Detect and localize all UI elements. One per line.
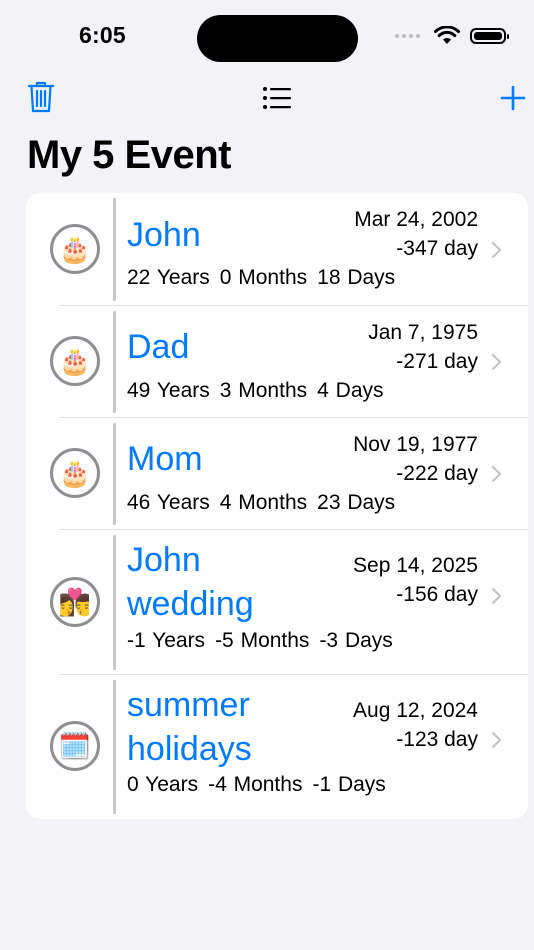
trash-button[interactable] xyxy=(27,80,55,114)
age-years: 0 Years xyxy=(127,773,199,796)
event-date: Aug 12, 2024 xyxy=(353,699,478,722)
battery-icon xyxy=(470,27,509,44)
age-months: -5 Months xyxy=(215,629,310,652)
event-age: -1 Years -5 Months -3 Days xyxy=(127,629,403,653)
event-name-line2: holidays xyxy=(127,730,252,768)
age-years: -1 Years xyxy=(127,629,206,652)
dynamic-island xyxy=(197,15,358,62)
event-age: 22 Years 0 Months 18 Days xyxy=(127,266,405,290)
chevron-right-icon xyxy=(491,465,502,483)
age-days: 23 Days xyxy=(317,491,396,514)
event-name-line1: summer xyxy=(127,686,250,724)
age-days: -3 Days xyxy=(319,629,393,652)
chevron-right-icon xyxy=(491,587,502,605)
event-name: summer holidays xyxy=(127,683,252,771)
row-separator-bar xyxy=(113,198,116,301)
birthday-cake-icon: 🎂 xyxy=(50,448,100,498)
event-row-dad[interactable]: 🎂 Dad Jan 7, 1975 -271 day 49 Years 3 Mon… xyxy=(26,306,528,418)
row-separator-bar xyxy=(113,535,116,670)
event-row-john[interactable]: 🎂 John Mar 24, 2002 -347 day 22 Years 0 M… xyxy=(26,193,528,306)
event-date: Sep 14, 2025 xyxy=(353,554,478,577)
birthday-cake-icon: 🎂 xyxy=(50,224,100,274)
status-time: 6:05 xyxy=(79,22,126,48)
couple-kiss-icon: 👩‍❤️‍💋‍👨 xyxy=(50,577,100,627)
event-name: John xyxy=(127,216,201,254)
event-name: John wedding xyxy=(127,538,254,626)
event-name-line1: John xyxy=(127,541,201,579)
chevron-right-icon xyxy=(491,353,502,371)
age-months: -4 Months xyxy=(208,773,303,796)
event-row-summer-holidays[interactable]: 🗓️ summer holidays Aug 12, 2024 -123 day… xyxy=(26,675,528,819)
age-years: 46 Years xyxy=(127,491,210,514)
cellular-signal-icon xyxy=(395,33,420,38)
event-date: Nov 19, 1977 xyxy=(353,433,478,456)
status-indicators xyxy=(395,26,509,45)
age-days: 4 Days xyxy=(317,379,384,402)
event-days: -271 day xyxy=(396,350,478,373)
row-separator-bar xyxy=(113,423,116,525)
list-icon[interactable] xyxy=(262,86,292,110)
event-days: -123 day xyxy=(396,728,478,751)
event-age: 46 Years 4 Months 23 Days xyxy=(127,491,405,515)
chevron-right-icon xyxy=(491,241,502,259)
chevron-right-icon xyxy=(491,731,502,749)
birthday-cake-icon: 🎂 xyxy=(50,336,100,386)
event-name: Mom xyxy=(127,440,203,478)
event-list: 🎂 John Mar 24, 2002 -347 day 22 Years 0 M… xyxy=(26,193,528,819)
event-date: Jan 7, 1975 xyxy=(368,321,478,344)
wifi-icon xyxy=(434,26,460,44)
age-days: -1 Days xyxy=(312,773,386,796)
row-separator-bar xyxy=(113,311,116,413)
age-years: 49 Years xyxy=(127,379,210,402)
event-age: 0 Years -4 Months -1 Days xyxy=(127,773,396,797)
event-name: Dad xyxy=(127,328,190,366)
add-event-button[interactable] xyxy=(500,85,526,111)
age-months: 3 Months xyxy=(219,379,308,402)
age-months: 4 Months xyxy=(219,491,308,514)
page-title: My 5 Event xyxy=(27,133,231,177)
event-name-line2: wedding xyxy=(127,585,254,623)
row-separator-bar xyxy=(113,680,116,814)
event-row-john-wedding[interactable]: 👩‍❤️‍💋‍👨 John wedding Sep 14, 2025 -156 … xyxy=(26,530,528,675)
event-days: -347 day xyxy=(396,237,478,260)
event-row-mom[interactable]: 🎂 Mom Nov 19, 1977 -222 day 46 Years 4 Mo… xyxy=(26,418,528,530)
event-days: -222 day xyxy=(396,462,478,485)
age-years: 22 Years xyxy=(127,266,210,289)
age-days: 18 Days xyxy=(317,266,396,289)
event-age: 49 Years 3 Months 4 Days xyxy=(127,379,394,403)
age-months: 0 Months xyxy=(219,266,308,289)
event-date: Mar 24, 2002 xyxy=(354,208,478,231)
event-days: -156 day xyxy=(396,583,478,606)
calendar-icon: 🗓️ xyxy=(50,721,100,771)
